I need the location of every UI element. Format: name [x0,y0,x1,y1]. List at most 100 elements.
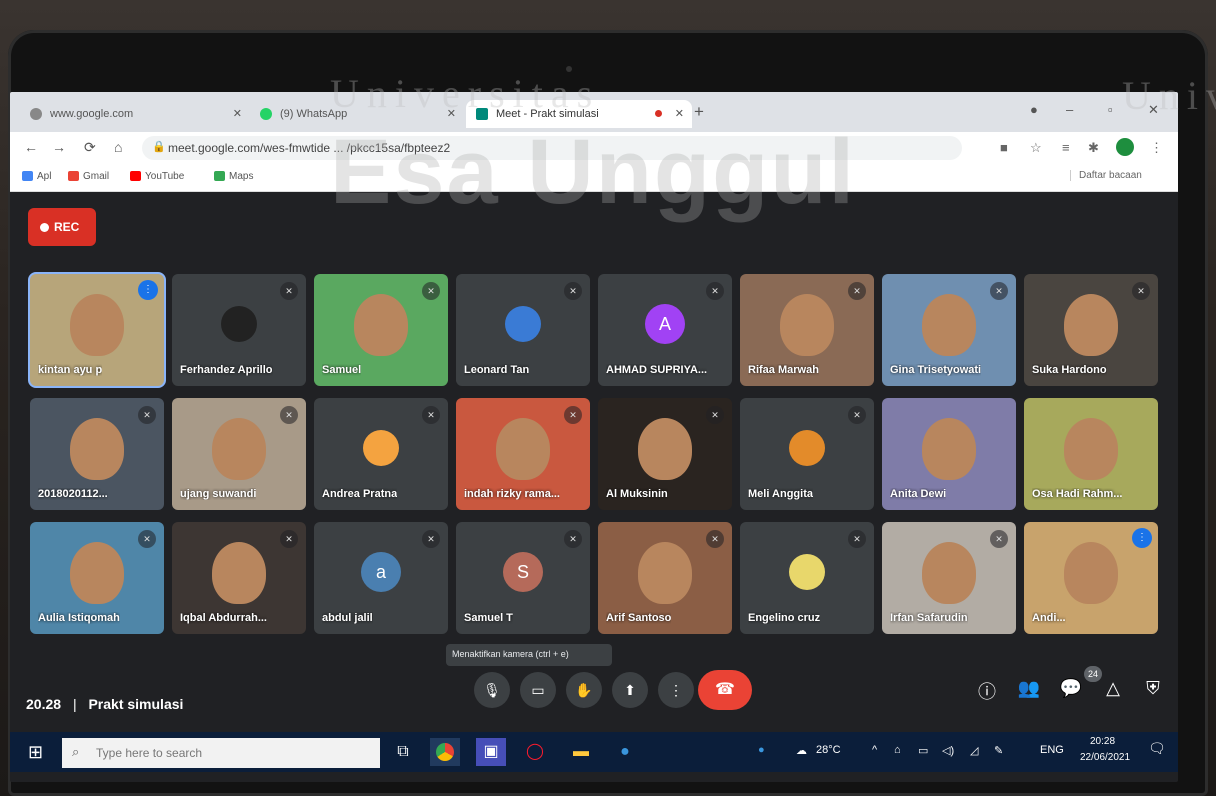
browser-menu-icon[interactable]: ⋮ [1150,140,1163,156]
battery-icon[interactable]: ▭ [918,744,928,757]
clock-date[interactable]: 22/06/2021 [1080,752,1130,763]
camera-icon: ▭ [531,682,545,698]
show-hidden-icon[interactable]: ^ [872,744,877,756]
pen-icon[interactable]: ✎ [994,744,1003,757]
language-indicator[interactable]: ENG [1040,744,1064,756]
mic-muted-icon: ✕ [280,406,298,424]
participant-name: Suka Hardono [1032,364,1107,376]
notification-icon[interactable]: 🗨 [1148,740,1168,762]
hang-up-icon: ☎ [715,681,735,698]
close-tab-icon[interactable]: ✕ [233,107,242,120]
activities-button[interactable]: △ [1100,678,1126,699]
chat-button[interactable]: 💬 [1058,678,1084,699]
participant-tile[interactable]: ⋮ kintan ayu p [30,274,164,386]
participant-tile[interactable]: Osa Hadi Rahm... [1024,398,1158,510]
mic-muted-icon: ✕ [990,282,1008,300]
participant-tile[interactable]: ⋮ Andi... [1024,522,1158,634]
profile-menu-icon[interactable]: ● [1030,102,1038,117]
participant-tile[interactable]: S ✕ Samuel T [456,522,590,634]
media-control-icon[interactable]: ≡ [1062,140,1070,155]
participant-tile[interactable]: ✕ Irfan Safarudin [882,522,1016,634]
participant-tile[interactable]: ✕ Leonard Tan [456,274,590,386]
participant-tile[interactable]: a ✕ abdul jalil [314,522,448,634]
wifi-icon[interactable]: ◿ [970,744,978,757]
recording-badge: REC [28,208,96,246]
present-button[interactable]: ⬆ [612,672,648,708]
microphone-button[interactable]: 🎙 [474,672,510,708]
extensions-icon[interactable]: ✱ [1088,140,1099,156]
forward-icon[interactable]: → [52,139,66,155]
maximize-icon[interactable]: ▫ [1108,102,1113,117]
meet-side-actions: ⓘ 👥 24 💬 △ ⛨ [964,666,1174,712]
volume-icon[interactable]: ◁) [942,744,954,757]
bookmark-apps[interactable]: Apl [22,171,51,182]
bookmark-star-icon[interactable]: ☆ [1030,140,1042,156]
meeting-details-button[interactable]: ⓘ [974,678,1000,704]
camera-button[interactable]: ▭ [520,672,556,708]
usb-icon[interactable]: ⌂ [894,744,901,756]
opera-taskbar-icon[interactable]: ◯ [520,738,550,766]
gmail-icon [68,171,79,181]
taskbar-search[interactable]: ⌕ Type here to search [62,738,380,768]
windows-start-icon[interactable]: ⊞ [28,742,43,763]
participant-tile[interactable]: ✕ Rifaa Marwah [740,274,874,386]
participant-video [1064,294,1118,356]
participant-tile[interactable]: ✕ Aulia Istiqomah [30,522,164,634]
profile-avatar[interactable] [1116,138,1134,156]
participant-tile[interactable]: ✕ Ferhandez Aprillo [172,274,306,386]
people-button[interactable]: 👥 24 [1016,666,1102,699]
meet-tray-icon[interactable]: ● [758,744,765,756]
participant-tile[interactable]: A ✕ AHMAD SUPRIYA... [598,274,732,386]
bookmark-maps[interactable]: Maps [214,171,253,182]
chat-icon: 💬 [1059,678,1083,698]
weather-temp[interactable]: 28°C [816,744,841,756]
bookmark-label: Apl [37,171,52,182]
participant-tile[interactable]: Anita Dewi [882,398,1016,510]
hand-icon: ✋ [575,682,593,698]
home-icon[interactable]: ⌂ [114,139,122,155]
zoom-taskbar-icon[interactable]: ● [610,738,640,766]
participant-tile[interactable]: ✕ Engelino cruz [740,522,874,634]
bookmark-youtube[interactable]: YouTube [130,171,184,182]
participant-tile[interactable]: ✕ Andrea Pratna [314,398,448,510]
participant-video [354,294,408,356]
participant-tile[interactable]: ✕ Gina Trisetyowati [882,274,1016,386]
mic-muted-icon: ✕ [422,406,440,424]
more-options-button[interactable]: ⋮ [658,672,694,708]
clock-time[interactable]: 20:28 [1090,736,1115,747]
participant-video [70,294,124,356]
mic-muted-icon: ✕ [280,282,298,300]
participant-video [780,294,834,356]
participant-tile[interactable]: ✕ 2018020112... [30,398,164,510]
participant-tile[interactable]: ✕ Al Muksinin [598,398,732,510]
chrome-taskbar-icon[interactable] [430,738,460,766]
camera-indicator-icon[interactable]: ■ [1000,140,1008,155]
apps-grid-icon [22,171,33,181]
reload-icon[interactable]: ⟳ [84,139,96,156]
participant-tile[interactable]: ✕ Suka Hardono [1024,274,1158,386]
participant-tile[interactable]: ✕ ujang suwandi [172,398,306,510]
host-controls-button[interactable]: ⛨ [1140,678,1166,699]
close-tab-icon[interactable]: ✕ [675,107,684,120]
end-call-button[interactable]: ☎ [698,670,752,710]
minimize-icon[interactable]: – [1066,102,1073,117]
participant-photo [789,430,825,466]
participant-tile[interactable]: ✕ indah rizky rama... [456,398,590,510]
watermark-university: Universitas [330,71,601,116]
task-view-icon[interactable]: ⧉ [388,738,418,766]
mic-muted-icon: ✕ [280,530,298,548]
rec-label: REC [54,220,80,234]
back-icon[interactable]: ← [24,139,38,155]
participant-tile[interactable]: ✕ Samuel [314,274,448,386]
participant-tile[interactable]: ✕ Arif Santoso [598,522,732,634]
file-explorer-icon[interactable]: ▬ [566,738,596,766]
raise-hand-button[interactable]: ✋ [566,672,602,708]
bookmark-gmail[interactable]: Gmail [68,171,109,182]
tab-google[interactable]: www.google.com ✕ [20,100,250,128]
participant-tile[interactable]: ✕ Meli Anggita [740,398,874,510]
teams-taskbar-icon[interactable]: ▣ [476,738,506,766]
participant-video [638,418,692,480]
reading-list[interactable]: Daftar bacaan [1070,170,1142,181]
new-tab-icon[interactable]: + [694,102,704,122]
participant-tile[interactable]: ✕ Iqbal Abdurrah... [172,522,306,634]
